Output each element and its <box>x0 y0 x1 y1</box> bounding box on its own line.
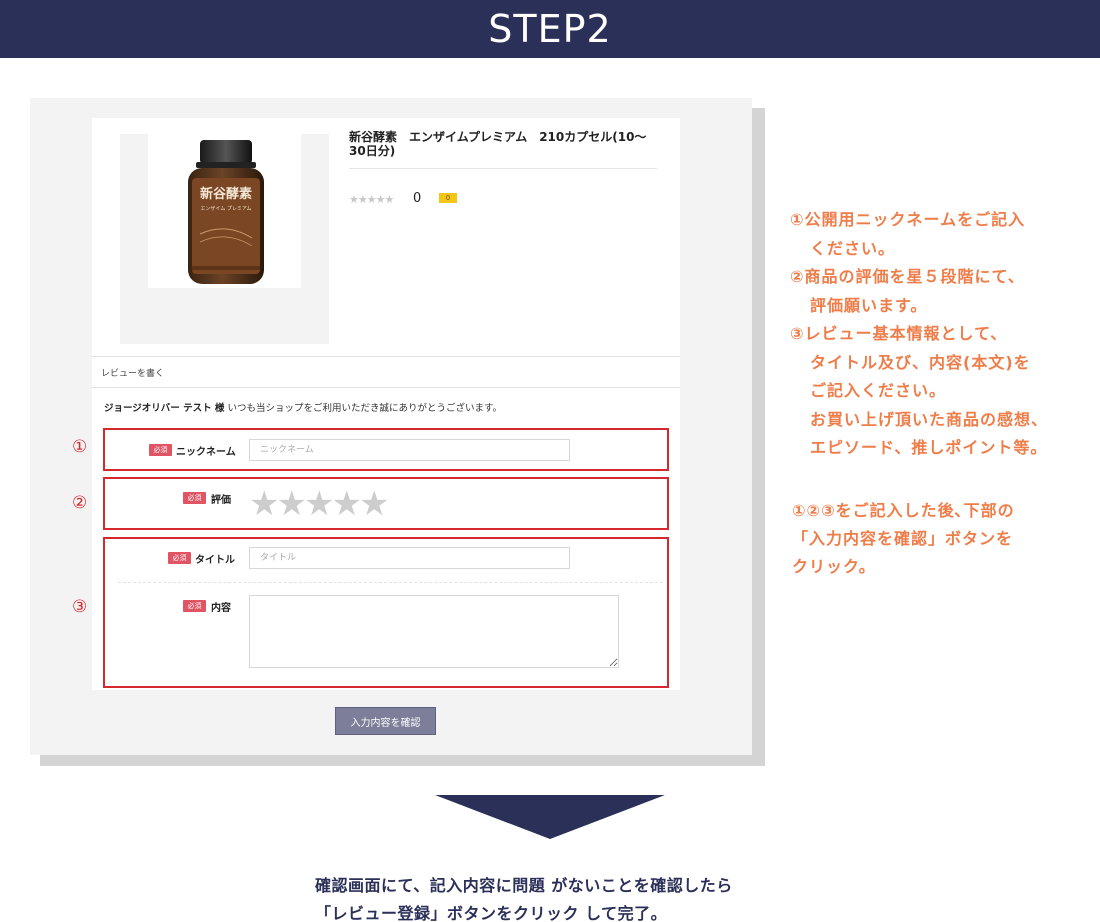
step-banner: STEP2 <box>0 0 1100 58</box>
instruction-line: タイトル及び、内容(本文)を <box>810 352 1031 372</box>
instruction-line: ご記入ください。 <box>810 381 947 400</box>
instructions-after: ①②③をご記入した後､下部の 「入力内容を確認」ボタンを クリック。 <box>792 497 1015 581</box>
product-name[interactable]: 新谷酵素 エンザイムプレミアム 210カプセル(10〜30日分) <box>349 130 659 158</box>
product-divider <box>349 168 657 169</box>
marker-3: ③ <box>72 597 88 617</box>
required-badge: 必須 <box>183 492 206 504</box>
title-label: タイトル <box>195 555 235 566</box>
instruction-line: 「入力内容を確認」ボタンを <box>792 529 1014 548</box>
field-divider <box>118 582 663 583</box>
content-label: 内容 <box>211 603 231 614</box>
rating-stars-input[interactable]: ★★★★★ <box>249 486 389 522</box>
content-textarea[interactable] <box>249 595 619 668</box>
instruction-line: ①②③をご記入した後､下部の <box>792 501 1015 520</box>
marker-2: ② <box>72 493 88 513</box>
star-2-icon[interactable]: ★ <box>276 486 306 522</box>
bottle-image: 新谷酵素 エンザイム プレミアム <box>188 140 264 284</box>
comment-count-badge[interactable]: 0 <box>439 193 457 203</box>
rating-stars-small: ★★★★★ <box>349 193 394 206</box>
product-image: 新谷酵素 エンザイム プレミアム <box>148 134 301 288</box>
greeting: ジョージオリバー テスト 様 いつも当ショップをご利用いただき誠にありがとうござ… <box>104 400 502 414</box>
rating-count: 0 <box>413 191 422 206</box>
instruction-line: ③レビュー基本情報として、 <box>790 324 1008 343</box>
instruction-line: ください。 <box>810 238 896 258</box>
title-input[interactable] <box>249 547 570 569</box>
star-4-icon[interactable]: ★ <box>331 486 361 522</box>
bottle-label-sub: エンザイム プレミアム <box>200 206 251 212</box>
required-badge: 必須 <box>183 600 206 612</box>
nickname-label: ニックネーム <box>176 447 236 458</box>
instruction-line: エピソード、推しポイント等。 <box>810 438 1048 457</box>
confirm-button[interactable]: 入力内容を確認 <box>335 707 436 735</box>
nickname-input[interactable] <box>249 439 570 461</box>
marker-1: ① <box>72 437 88 457</box>
section-divider <box>92 387 680 388</box>
star-5-icon[interactable]: ★ <box>359 486 389 522</box>
user-name: ジョージオリバー テスト 様 <box>104 403 225 414</box>
instructions: ①公開用ニックネームをご記入 ください。 ②商品の評価を星５段階にて、 評価願い… <box>790 206 1048 463</box>
instruction-line: お買い上げ頂いた商品の感想、 <box>810 409 1049 429</box>
review-heading: レビューを書く <box>101 369 165 379</box>
instruction-line: ①公開用ニックネームをご記入 <box>790 210 1026 229</box>
footer-line: 確認画面にて、記入内容に問題 がないことを確認したら <box>315 876 733 895</box>
rating-label: 評価 <box>211 495 231 506</box>
bottle-label-text: 新谷酵素 <box>200 186 252 202</box>
section-divider <box>92 356 680 357</box>
star-3-icon[interactable]: ★ <box>304 486 334 522</box>
greeting-text: いつも当ショップをご利用いただき誠にありがとうございます。 <box>227 403 503 414</box>
footer-text: 確認画面にて、記入内容に問題 がないことを確認したら 「レビュー登録」ボタンをク… <box>315 872 733 922</box>
instruction-line: 評価願います。 <box>810 295 928 315</box>
instruction-line: クリック。 <box>792 557 876 576</box>
instruction-line: ②商品の評価を星５段階にて、 <box>790 267 1025 286</box>
footer-line: 「レビュー登録」ボタンをクリック して完了。 <box>315 904 668 922</box>
required-badge: 必須 <box>149 444 172 456</box>
star-1-icon[interactable]: ★ <box>249 486 279 522</box>
down-arrow-icon <box>435 795 665 839</box>
required-badge: 必須 <box>168 552 191 564</box>
